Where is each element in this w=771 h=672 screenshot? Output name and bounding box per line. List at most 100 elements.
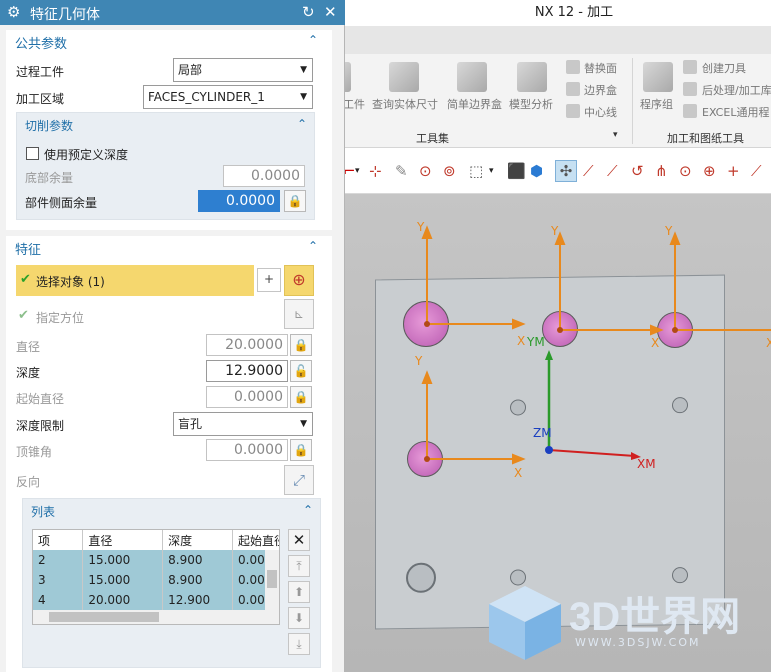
move-bottom-icon[interactable]: ⤓ — [288, 633, 310, 655]
snap-point-icon[interactable]: ⊹ — [369, 163, 382, 179]
cell-item: 2 — [33, 550, 84, 570]
scrollbar-thumb[interactable] — [267, 570, 277, 588]
unlock-icon[interactable]: 🔓 — [290, 360, 312, 382]
feature-table[interactable]: 项 直径 深度 起始直径 2 15.000 8.900 0.00 3 15.00… — [32, 529, 280, 625]
side-stock-input[interactable]: 0.0000 — [198, 190, 280, 212]
horizontal-scrollbar[interactable] — [33, 610, 279, 624]
collapse-chevron-icon[interactable]: ⌃ — [297, 117, 307, 131]
list-section: 列表 ⌃ 项 直径 深度 起始直径 2 15.000 8.900 0.00 — [6, 498, 332, 672]
group-expand-icon[interactable]: ▾ — [613, 130, 618, 140]
create-tool-icon — [683, 60, 697, 74]
line-icon[interactable]: ⟋ — [583, 163, 594, 179]
cell-diameter: 15.000 — [82, 550, 164, 570]
machining-area-select[interactable]: FACES_CYLINDER_1 ▼ — [143, 85, 313, 109]
table-row[interactable]: 3 15.000 8.900 0.00 — [33, 570, 279, 590]
collapse-chevron-icon[interactable]: ⌃ — [308, 239, 318, 253]
collapse-chevron-icon[interactable]: ⌃ — [303, 503, 313, 517]
solid-icon[interactable]: ⬛ — [507, 163, 526, 179]
ribbon-item-program-group[interactable]: 程序组 — [640, 96, 673, 112]
snap-end-icon[interactable]: ✎ — [395, 163, 408, 179]
ribbon-item-create-tool[interactable]: 创建刀具 — [702, 60, 746, 76]
cube-icon[interactable]: ⬢ — [530, 163, 543, 179]
move-up-icon[interactable]: ⬆ — [288, 581, 310, 603]
quadrant-icon[interactable]: ⊕ — [703, 163, 716, 179]
add-feature-icon[interactable]: + — [257, 268, 281, 292]
crosshair-icon[interactable]: ⊕ — [284, 265, 314, 296]
section-title-list[interactable]: 列表 — [31, 503, 55, 520]
ribbon-item-workpiece[interactable]: 工件 — [343, 96, 365, 112]
snap-grid-icon[interactable]: ✣ — [555, 160, 577, 182]
scrollbar-thumb[interactable] — [49, 612, 159, 622]
tangent-icon[interactable]: ⟋ — [751, 163, 762, 179]
ribbon-item-model-analysis[interactable]: 模型分析 — [509, 96, 553, 112]
origin-dot — [424, 321, 430, 327]
axis-label-x: X — [766, 336, 771, 350]
check-icon: ✔ — [18, 308, 29, 323]
dropdown-arrow-icon-2[interactable]: ▾ — [489, 163, 494, 179]
use-predefined-depth-checkbox[interactable] — [26, 147, 39, 160]
lock-icon[interactable]: 🔒 — [284, 190, 306, 212]
tip-angle-input[interactable]: 0.0000 — [206, 439, 288, 461]
process-workpiece-select[interactable]: 局部 ▼ — [173, 58, 313, 82]
specify-orientation-label: 指定方位 — [36, 311, 85, 325]
gear-icon[interactable]: ⚙ — [7, 3, 20, 21]
collapse-chevron-icon[interactable]: ⌃ — [308, 33, 318, 47]
ribbon-item-post-process[interactable]: 后处理/加工库 — [702, 82, 771, 98]
column-header[interactable]: 深度 — [162, 530, 234, 550]
column-header[interactable]: 起始直径 — [232, 530, 279, 550]
process-workpiece-label: 过程工件 — [16, 65, 65, 79]
ribbon-item-centerline[interactable]: 中心线 — [584, 104, 617, 120]
select-box-icon[interactable]: ⬚ — [469, 163, 483, 179]
ribbon-item-excel[interactable]: EXCEL通用程 — [702, 104, 769, 120]
section-title-cut-params[interactable]: 切削参数 — [25, 117, 73, 134]
vertical-scrollbar[interactable] — [265, 550, 279, 612]
depth-limit-select[interactable]: 盲孔 ▼ — [173, 412, 313, 436]
lock-icon[interactable]: 🔒 — [290, 386, 312, 408]
cube-logo-icon — [489, 586, 561, 660]
column-header[interactable]: 项 — [33, 530, 84, 550]
toolbar: ⌐ ▾ ⊹ ✎ ⊙ ⊚ ⬚ ▾ ⬛ ⬢ ✣ ⟋ ⟋ ↺ ⋔ ⊙ ⊕ + ⟋ — [337, 150, 771, 194]
diameter-label: 直径 — [16, 340, 41, 354]
section-title-common[interactable]: 公共参数 — [15, 33, 67, 52]
arc-icon[interactable]: ⋔ — [655, 163, 668, 179]
reverse-direction-icon[interactable]: ⤢ — [284, 465, 314, 495]
center-icon[interactable]: ⊙ — [679, 163, 692, 179]
curve-icon[interactable]: ↺ — [631, 163, 644, 179]
program-group-icon[interactable] — [643, 62, 673, 92]
ribbon-item-bounding-box[interactable]: 简单边界盒 — [447, 96, 502, 112]
orientation-csys-icon[interactable]: ⊾ — [284, 299, 314, 329]
close-icon[interactable]: ✕ — [324, 3, 337, 21]
move-down-icon[interactable]: ⬇ — [288, 607, 310, 629]
dialog-title-bar[interactable]: ⚙ 特征几何体 ↻ ✕ — [0, 0, 345, 25]
line-icon-2[interactable]: ⟋ — [607, 163, 618, 179]
bounding-box-icon[interactable] — [457, 62, 487, 92]
model-analysis-icon[interactable] — [517, 62, 547, 92]
delete-icon[interactable]: ✕ — [288, 529, 310, 551]
diameter-input[interactable]: 20.0000 — [206, 334, 288, 356]
graphics-viewport[interactable]: Y X Y X Y X Y X YM ZM XM 3D世界网 WWW.3DSJW… — [337, 194, 771, 672]
reset-icon[interactable]: ↻ — [302, 3, 315, 21]
query-size-icon[interactable] — [389, 62, 419, 92]
move-top-icon[interactable]: ⤒ — [288, 555, 310, 577]
snap-circle-icon[interactable]: ⊙ — [419, 163, 432, 179]
table-row[interactable]: 4 20.000 12.900 0.00 — [33, 590, 279, 610]
section-title-feature[interactable]: 特征 — [15, 239, 41, 258]
bottom-stock-input[interactable]: 0.0000 — [223, 165, 305, 187]
start-diameter-input[interactable]: 0.0000 — [206, 386, 288, 408]
select-object-label: 选择对象 (1) — [36, 275, 105, 289]
lock-icon[interactable]: 🔒 — [290, 439, 312, 461]
select-object-row[interactable]: ✔ 选择对象 (1) — [16, 265, 254, 296]
cross-icon[interactable]: + — [727, 163, 740, 179]
snap-face-icon[interactable]: ⊚ — [443, 163, 456, 179]
ribbon-item-query-size[interactable]: 查询实体尺寸 — [372, 96, 438, 112]
dialog-title: 特征几何体 — [30, 7, 100, 23]
column-header[interactable]: 直径 — [82, 530, 164, 550]
ribbon-item-box[interactable]: 边界盒 — [584, 82, 617, 98]
table-row[interactable]: 2 15.000 8.900 0.00 — [33, 550, 279, 570]
feature-section: 特征 ⌃ ✔ 选择对象 (1) + ⊕ ✔ 指定方位 ⊾ 直径 20.0000 … — [6, 236, 332, 498]
ribbon-item-replace-face[interactable]: 替换面 — [584, 60, 617, 76]
dropdown-arrow-icon[interactable]: ▾ — [355, 163, 360, 179]
tip-angle-label: 顶锥角 — [16, 445, 53, 459]
depth-input[interactable]: 12.9000 — [206, 360, 288, 382]
lock-icon[interactable]: 🔒 — [290, 334, 312, 356]
